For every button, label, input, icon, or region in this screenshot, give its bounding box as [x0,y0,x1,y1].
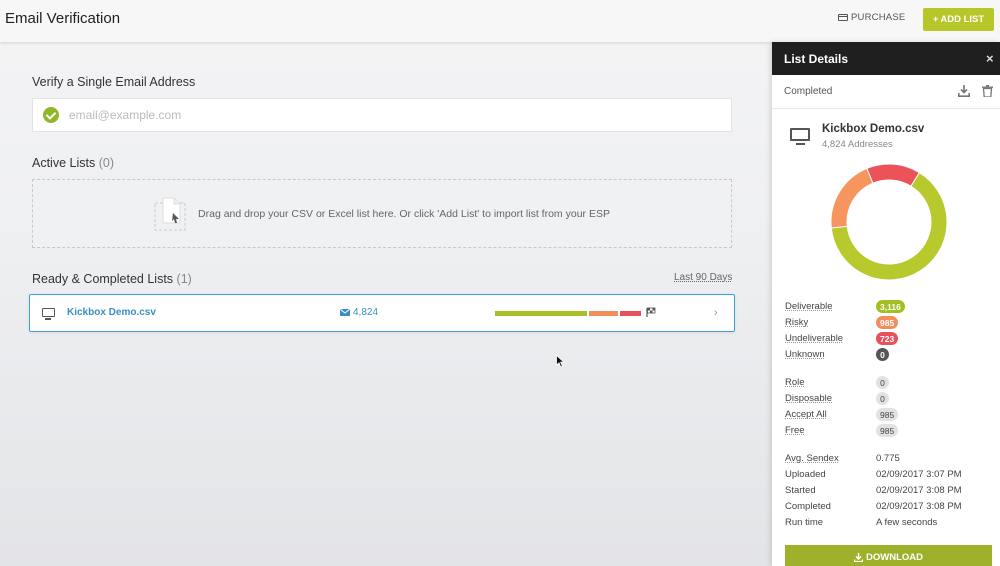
drop-zone[interactable]: Drag and drop your CSV or Excel list her… [32,179,732,248]
top-header: Email Verification PURCHASE + ADD LIST [0,0,1000,42]
completed-lists-count: (1) [176,272,192,286]
close-icon[interactable]: × [986,51,994,66]
results-donut-chart [830,163,948,281]
page-title: Email Verification [5,10,121,27]
download-icon[interactable] [958,85,970,97]
completed-lists-title: Ready & Completed Lists [32,272,174,286]
email-field[interactable] [32,98,732,132]
file-upload-icon [154,197,186,230]
panel-file-addresses: 4,824 Addresses [822,139,893,150]
result-badge-undeliverable: 723 [876,332,899,345]
download-button[interactable]: DOWNLOAD [785,545,992,566]
drop-zone-text: Drag and drop your CSV or Excel list her… [198,207,610,220]
meta-value-run-time: A few seconds [876,517,938,528]
panel-status-bar: Completed [772,75,1000,109]
result-badge-risky: 985 [876,316,899,329]
mouse-pointer-icon [556,355,565,368]
monitor-icon [790,128,810,145]
meta-value-started: 02/09/2017 3:08 PM [876,485,962,496]
envelope-icon [340,309,350,316]
purchase-button[interactable]: PURCHASE [838,12,905,23]
monitor-icon [42,308,55,320]
trash-icon[interactable] [982,85,993,97]
plus-icon: + [932,14,939,25]
purchase-label: PURCHASE [851,12,906,23]
list-status: Completed [784,86,833,97]
progress-segment [495,311,587,316]
result-badge-deliverable: 3,116 [876,300,905,313]
attribute-badge-disposable: 0 [876,392,889,405]
result-label[interactable]: Undeliverable [785,333,843,344]
panel-header: List Details × [772,42,1000,75]
attribute-badge-accept-all: 985 [876,408,899,421]
active-lists-title: Active Lists [32,156,96,170]
attribute-badge-role: 0 [876,376,889,389]
attribute-label[interactable]: Role [785,377,805,388]
donut-slice-risky [830,167,874,229]
panel-file-name: Kickbox Demo.csv [822,123,925,135]
date-range-filter[interactable]: Last 90 Days [674,272,732,283]
add-list-button[interactable]: + ADD LIST [923,8,994,31]
list-address-count-value: 4,824 [353,307,379,318]
panel-title: List Details [784,52,849,66]
attribute-label[interactable]: Accept All [785,409,827,420]
result-label[interactable]: Deliverable [785,301,833,312]
result-label[interactable]: Risky [785,317,808,328]
meta-label-uploaded: Uploaded [785,469,826,480]
meta-label-run-time: Run time [785,517,824,528]
active-lists-count: (0) [98,156,114,170]
donut-slice-undeliverable [866,163,921,187]
list-name[interactable]: Kickbox Demo.csv [67,307,156,318]
verify-heading: Verify a Single Email Address [32,75,196,89]
list-row[interactable]: Kickbox Demo.csv 4,824 › [29,294,735,332]
attribute-label[interactable]: Free [785,425,805,436]
list-address-count: 4,824 [340,307,378,318]
list-progress-bar [495,311,641,316]
progress-segment [588,311,618,316]
credit-card-icon [838,14,848,21]
check-circle-icon [43,107,59,123]
active-lists-heading: Active Lists (0) [32,156,114,170]
progress-segment [619,311,641,316]
attribute-badge-free: 985 [876,424,899,437]
meta-label-completed: Completed [785,501,831,512]
meta-label-started: Started [785,485,816,496]
download-icon [854,552,863,562]
meta-value-uploaded: 02/09/2017 3:07 PM [876,469,962,480]
email-input[interactable] [69,108,669,122]
meta-value-sendex: 0.775 [876,453,900,464]
download-label: DOWNLOAD [866,551,923,563]
completed-lists-heading: Ready & Completed Lists (1) [32,272,192,286]
add-list-label: ADD LIST [940,14,985,25]
meta-label-sendex[interactable]: Avg. Sendex [785,453,839,464]
list-details-panel: List Details × Completed Kickbox Demo.cs… [772,42,1000,566]
result-label[interactable]: Unknown [785,349,825,360]
checkered-flag-icon [646,307,656,317]
result-badge-unknown: 0 [876,348,889,361]
meta-value-completed: 02/09/2017 3:08 PM [876,501,962,512]
attribute-label[interactable]: Disposable [785,393,832,404]
chevron-right-icon[interactable]: › [714,307,718,319]
